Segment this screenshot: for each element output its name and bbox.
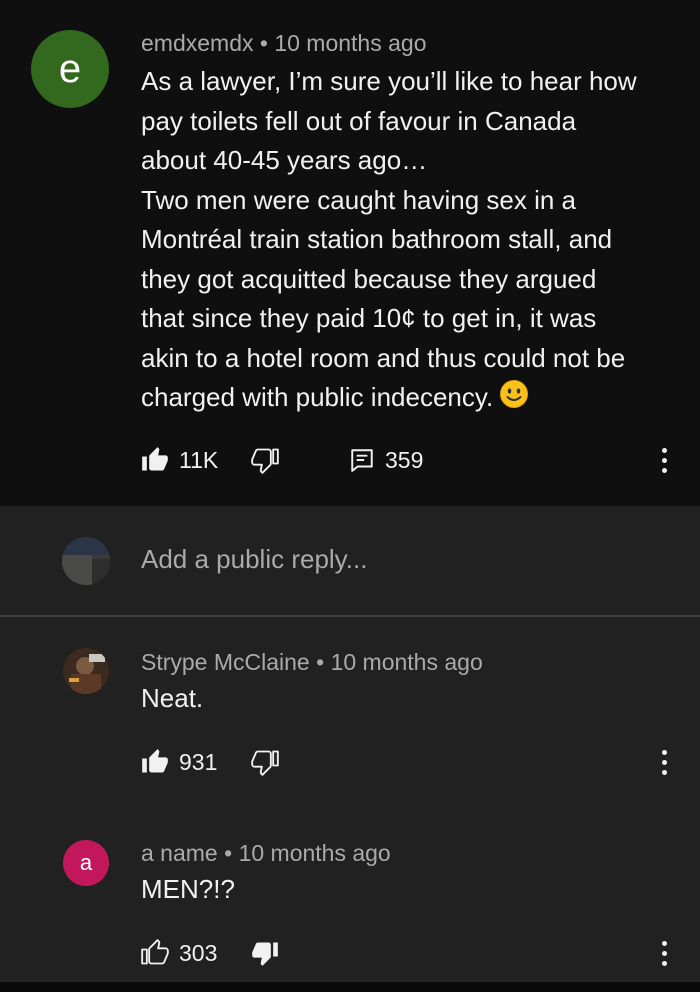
dislike-button[interactable] [251, 933, 279, 973]
meta-separator: • [316, 649, 325, 675]
replies-button[interactable]: 359 [349, 440, 423, 480]
more-options-button[interactable] [652, 440, 676, 480]
meta-separator: • [259, 30, 268, 56]
like-button[interactable]: 931 [141, 742, 217, 782]
thumbs-down-icon [252, 942, 278, 966]
avatar[interactable]: e [31, 30, 109, 108]
more-vert-icon [661, 447, 667, 453]
thumbs-up-icon [141, 939, 169, 965]
replies-section [0, 506, 700, 992]
thumbs-up-icon [142, 749, 168, 773]
meta-separator: • [224, 840, 233, 866]
comment-text: As a lawyer, I’m sure you’ll like to hea… [141, 66, 637, 412]
comment-text: MEN?!? [141, 874, 235, 904]
author-name[interactable]: a name [141, 840, 218, 866]
avatar [62, 537, 110, 585]
slightly-smiling-face-icon [500, 380, 529, 408]
user-photo-icon [63, 648, 109, 694]
like-button[interactable]: 303 [141, 933, 217, 973]
more-options-button[interactable] [652, 933, 676, 973]
like-button[interactable]: 11K [141, 440, 218, 480]
thumbs-up-icon [142, 447, 168, 471]
comment-icon [351, 449, 373, 472]
more-vert-icon [661, 749, 667, 755]
thumbs-down-icon [251, 448, 279, 474]
reply-input[interactable]: Add a public reply... [141, 544, 367, 575]
comment-time[interactable]: 10 months ago [331, 649, 483, 675]
comment-meta: emdxemdx • 10 months ago [141, 30, 427, 57]
dislike-button[interactable] [251, 440, 279, 480]
comment-time[interactable]: 10 months ago [274, 30, 426, 56]
reply-count: 359 [385, 446, 424, 473]
thumbs-down-icon [251, 750, 279, 776]
comment-time[interactable]: 10 months ago [239, 840, 391, 866]
more-vert-icon [661, 940, 667, 946]
like-count: 11K [179, 446, 219, 473]
user-photo-icon [62, 537, 110, 585]
like-count: 931 [179, 748, 218, 775]
avatar[interactable] [63, 648, 109, 694]
comment-meta: Strype McClaine • 10 months ago [141, 649, 483, 676]
comment-meta: a name • 10 months ago [141, 840, 391, 867]
bottom-edge [0, 982, 700, 992]
comment-text: Neat. [141, 683, 204, 713]
avatar[interactable]: a [63, 840, 109, 886]
like-count: 303 [179, 939, 218, 966]
author-name[interactable]: emdxemdx [141, 30, 253, 56]
more-options-button[interactable] [652, 742, 676, 782]
divider [0, 615, 700, 617]
dislike-button[interactable] [251, 742, 279, 782]
author-name[interactable]: Strype McClaine [141, 649, 310, 675]
